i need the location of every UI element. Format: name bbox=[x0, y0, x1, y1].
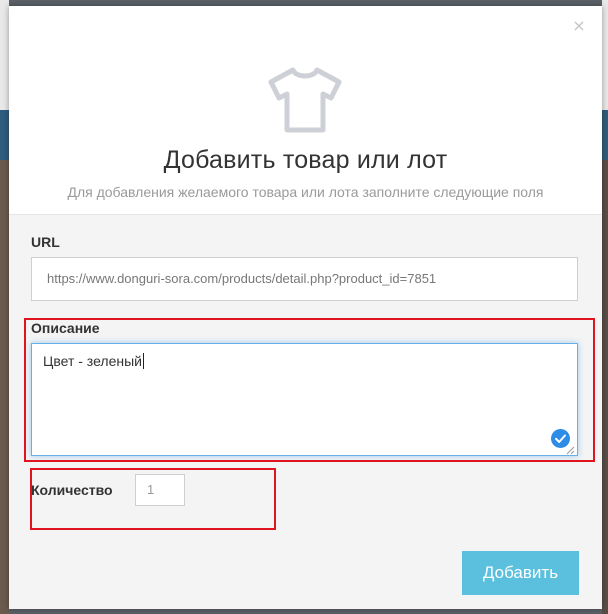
description-highlight-box bbox=[24, 318, 595, 462]
url-label: URL bbox=[31, 234, 60, 250]
background-page-left-edge bbox=[0, 0, 9, 614]
modal-subtitle: Для добавления желаемого товара или лота… bbox=[67, 184, 544, 200]
add-button[interactable]: Добавить bbox=[462, 551, 579, 595]
close-icon[interactable]: × bbox=[572, 18, 586, 34]
url-input[interactable]: https://www.donguri-sora.com/products/de… bbox=[31, 257, 578, 301]
quantity-highlight-box bbox=[30, 468, 276, 530]
add-item-modal: × Добавить товар или лот Для добавления … bbox=[9, 6, 602, 609]
modal-title: Добавить товар или лот bbox=[163, 146, 448, 174]
background-page-right-edge bbox=[602, 0, 608, 614]
t-shirt-icon bbox=[268, 67, 342, 133]
modal-header: × Добавить товар или лот Для добавления … bbox=[9, 6, 602, 215]
